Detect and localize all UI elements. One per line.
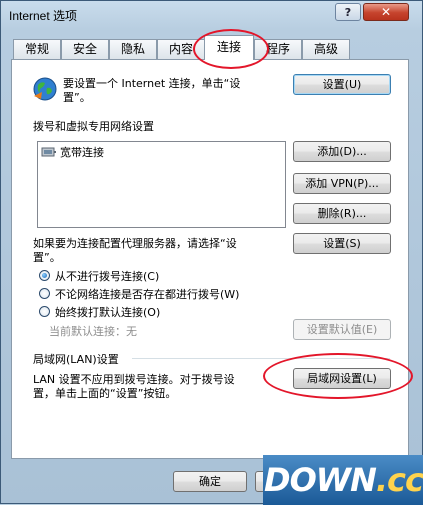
set-default-button[interactable]: 设置默认值(E) xyxy=(293,319,391,340)
annotation-circle-lan-button xyxy=(263,353,413,399)
ok-button[interactable]: 确定 xyxy=(173,471,247,492)
radio-always-dial-default-label[interactable]: 始终拨打默认连接(O) xyxy=(55,304,160,320)
list-item[interactable]: 宽带连接 xyxy=(41,144,104,160)
radio-never-dial-label[interactable]: 从不进行拨号连接(C) xyxy=(55,268,159,284)
lan-section-header: 局域网(LAN)设置 xyxy=(33,353,119,366)
help-button[interactable]: ? xyxy=(335,3,361,21)
tab-advanced[interactable]: 高级 xyxy=(302,39,350,59)
radio-dial-whenever-label[interactable]: 不论网络连接是否存在都进行拨号(W) xyxy=(55,286,239,302)
add-vpn-button[interactable]: 添加 VPN(P)... xyxy=(293,173,391,194)
broadband-connection-icon xyxy=(41,147,56,157)
internet-globe-icon xyxy=(33,77,57,101)
watermark-logo: DOWN.cc xyxy=(263,455,423,505)
tab-privacy[interactable]: 隐私 xyxy=(109,39,157,59)
add-connection-button[interactable]: 添加(D)... xyxy=(293,141,391,162)
current-default-row: 当前默认连接：无 xyxy=(49,323,137,339)
delete-connection-button[interactable]: 删除(R)... xyxy=(293,203,391,224)
connection-name: 宽带连接 xyxy=(60,146,104,159)
connection-listbox[interactable]: 宽带连接 xyxy=(37,141,286,228)
proxy-description-line2: 置”。 xyxy=(33,251,61,264)
dialog-window: Internet 选项 ? ✕ 常规 安全 隐私 内容 连接 程序 高级 要设置… xyxy=(0,0,423,505)
proxy-description-line1: 如果要为连接配置代理服务器，请选择“设 xyxy=(33,237,237,250)
dialup-section-header: 拨号和虚拟专用网络设置 xyxy=(33,120,154,133)
setup-description-line2: 置”。 xyxy=(63,91,91,104)
radio-never-dial[interactable] xyxy=(39,270,50,281)
title-bar[interactable]: Internet 选项 ? ✕ xyxy=(1,1,422,29)
annotation-circle-connections-tab xyxy=(193,29,269,69)
current-default-value: 无 xyxy=(126,325,137,338)
proxy-settings-button[interactable]: 设置(S) xyxy=(293,233,391,254)
tab-general[interactable]: 常规 xyxy=(13,39,61,59)
radio-always-dial-default[interactable] xyxy=(39,306,50,317)
connections-panel: 要设置一个 Internet 连接，单击“设 置”。 设置(U) 拨号和虚拟专用… xyxy=(11,59,409,459)
close-button[interactable]: ✕ xyxy=(363,3,409,21)
tab-security[interactable]: 安全 xyxy=(61,39,109,59)
radio-dial-whenever[interactable] xyxy=(39,288,50,299)
current-default-label: 当前默认连接： xyxy=(49,325,126,338)
window-title: Internet 选项 xyxy=(9,9,78,23)
setup-button[interactable]: 设置(U) xyxy=(293,74,391,95)
lan-description-line2: 置，单击上面的“设置”按钮。 xyxy=(33,387,177,400)
